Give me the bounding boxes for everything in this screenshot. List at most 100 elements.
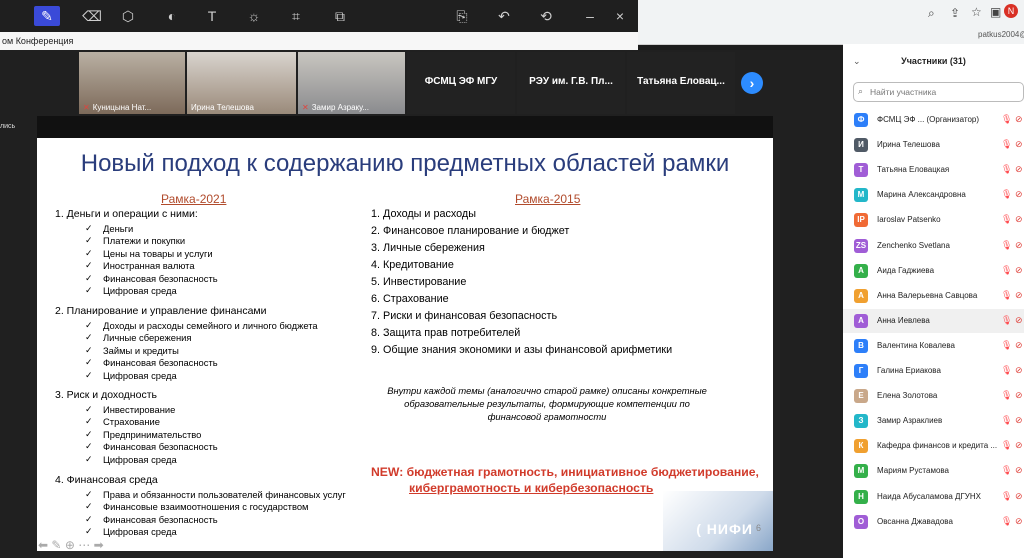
mic-muted-icon: 🎙 — [1001, 339, 1013, 350]
participant-row[interactable]: А Анна Валерьевна Савцова 🎙 ⊘ — [843, 284, 1024, 308]
panel-title: Участники (31) — [901, 56, 966, 66]
close-icon[interactable]: × — [610, 6, 630, 26]
zoom-icon[interactable]: ⊕ — [65, 538, 75, 552]
section-item: Цифровая среда — [85, 285, 177, 296]
slide-title: Новый подход к содержанию предметных обл… — [80, 150, 730, 177]
prev-arrow-icon[interactable]: ⬅ — [38, 538, 48, 552]
zoom-icon[interactable]: ⌕ — [928, 6, 935, 21]
video-off-icon: ⊘ — [1015, 490, 1023, 501]
avatar: А — [854, 313, 868, 328]
section-title: 4. Финансовая среда — [55, 474, 158, 486]
video-off-icon: ⊘ — [1015, 390, 1023, 401]
mic-muted-icon: 🎙 — [1001, 114, 1013, 124]
participant-row[interactable]: М Марина Александровна 🎙 ⊘ — [843, 183, 1024, 207]
participant-row[interactable]: А Аида Гаджиева 🎙 ⊘ — [843, 259, 1024, 283]
video-off-icon: ⊘ — [1015, 164, 1023, 175]
participant-row[interactable]: З Замир Азраклиев 🎙 ⊘ — [843, 409, 1024, 433]
left-column-heading: Рамка-2021 — [161, 192, 227, 206]
avatar: IP — [854, 213, 868, 228]
participant-row[interactable]: ZS Zenchenko Svetlana 🎙 ⊘ — [843, 234, 1024, 258]
participant-row[interactable]: Т Татьяна Еловацкая 🎙 ⊘ — [843, 158, 1024, 182]
section-item: Цены на товары и услуги — [85, 248, 213, 259]
participant-name: Мариям Рустамова — [877, 466, 950, 476]
account-email: patkus2004@mail.ru — [978, 30, 1024, 39]
mic-muted-icon: 🎙 — [1001, 465, 1013, 476]
participant-row[interactable]: О Овсанна Джавадова 🎙 ⊘ — [843, 510, 1024, 534]
search-input[interactable]: ⌕ Найти участника — [853, 82, 1024, 102]
slide-number: 6 — [755, 523, 761, 533]
mic-muted-icon: 🎙 — [1001, 289, 1013, 300]
window-title: ом Конференция — [2, 36, 74, 46]
slide-note: Внутри каждой темы (аналогично старой ра… — [387, 385, 707, 422]
video-tile[interactable]: ✕ Замир Азраку... — [298, 52, 405, 114]
participant-row[interactable]: А Анна Иевлева 🎙 ⊘ — [843, 308, 1024, 333]
video-tile[interactable]: ✕ Куницына Нат... — [79, 52, 185, 114]
avatar: ZS — [854, 238, 868, 253]
eraser-icon[interactable]: ⌫ — [82, 6, 102, 26]
section-title: 3. Риск и доходность — [55, 389, 157, 401]
avatar[interactable]: N — [1004, 4, 1018, 18]
avatar: В — [854, 338, 868, 353]
video-tile[interactable]: Ирина Телешова — [187, 52, 296, 114]
video-off-icon: ⊘ — [1015, 289, 1023, 300]
right-list-item: 1. Доходы и расходы — [371, 208, 476, 220]
mic-muted-icon: 🎙 — [1001, 365, 1013, 375]
avatar: З — [854, 414, 868, 429]
participant-row[interactable]: Ф ФСМЦ ЭФ ... (Организатор) 🎙 ⊘ — [843, 108, 1024, 132]
browser-toolbar: ⌕ ⇪ ☆ ▣ N patkus2004@mail.ru — [638, 0, 1024, 45]
pen-icon[interactable]: ✎ — [34, 6, 60, 26]
video-off-icon: ⊘ — [1015, 189, 1023, 200]
highlighter-icon[interactable]: ◐ — [162, 6, 182, 26]
next-page-icon[interactable]: › — [741, 72, 763, 94]
extensions-icon[interactable]: ▣ — [990, 5, 1001, 19]
participant-row[interactable]: К Кафедра финансов и кредита ... 🎙 ⊘ — [843, 434, 1024, 458]
video-tile[interactable]: РЭУ им. Г.В. Пл... — [517, 52, 625, 114]
section-item: Личные сбережения — [85, 332, 192, 343]
mic-muted-icon: 🎙 — [1001, 264, 1013, 275]
tile-label: РЭУ им. Г.В. Пл... — [529, 76, 613, 87]
share-icon[interactable]: ⇪ — [950, 6, 960, 20]
participant-row[interactable]: М Мариям Рустамова 🎙 ⊘ — [843, 459, 1024, 483]
tile-label: Татьяна Еловац... — [637, 76, 725, 87]
avatar: М — [854, 464, 868, 479]
video-off-icon: ⊘ — [1015, 314, 1023, 325]
avatar: И — [854, 138, 868, 153]
logo: ( НИФИ — [696, 521, 753, 537]
undo-icon[interactable]: ↶ — [494, 6, 514, 26]
clipboard-icon[interactable]: ⎘ — [452, 6, 472, 26]
participant-row[interactable]: В Валентина Ковалева 🎙 ⊘ — [843, 334, 1024, 358]
section-item: Финансовая безопасность — [85, 357, 218, 368]
pen-icon[interactable]: ✎ — [51, 538, 61, 552]
video-off-icon: ⊘ — [1015, 214, 1023, 225]
participant-row[interactable]: И Ирина Телешова 🎙 ⊘ — [843, 133, 1024, 157]
mic-muted-icon: ✕ — [302, 103, 309, 112]
participant-row[interactable]: Н Наида Абусаламова ДГУНХ 🎙 ⊘ — [843, 485, 1024, 509]
crop-icon[interactable]: ⌗ — [286, 6, 306, 26]
video-name: Куницына Нат... — [92, 103, 152, 112]
window-titlebar: ом Конференция — [0, 32, 638, 51]
participant-name: Овсанна Джавадова — [877, 516, 953, 526]
brightness-icon[interactable]: ☼ — [244, 6, 264, 26]
minimize-icon[interactable]: – — [580, 6, 600, 26]
mic-muted-icon: ✕ — [83, 103, 90, 112]
shapes-icon[interactable]: ⧉ — [330, 6, 350, 26]
shared-slide: Новый подход к содержанию предметных обл… — [37, 138, 773, 551]
star-icon[interactable]: ☆ — [971, 5, 982, 19]
participant-name: Валентина Ковалева — [877, 340, 955, 350]
mic-muted-icon: 🎙 — [1001, 239, 1013, 250]
text-icon[interactable]: T — [202, 6, 222, 26]
participant-row[interactable]: IP Iaroslav Patsenko 🎙 ⊘ — [843, 208, 1024, 232]
right-list-item: 7. Риски и финансовая безопасность — [371, 310, 558, 322]
participant-row[interactable]: Г Галина Ериакова 🎙 ⊘ — [843, 359, 1024, 383]
cube-icon[interactable]: ⬡ — [118, 6, 138, 26]
more-icon[interactable]: ⋯ — [78, 538, 90, 552]
participant-row[interactable]: Е Елена Золотова 🎙 ⊘ — [843, 384, 1024, 408]
video-tile[interactable]: ФСМЦ ЭФ МГУ — [407, 52, 515, 114]
history-icon[interactable]: ⟲ — [536, 6, 556, 26]
next-arrow-icon[interactable]: ➡ — [94, 538, 104, 552]
participant-name: Марина Александровна — [877, 190, 966, 200]
right-list-item: 9. Общие знания экономики и азы финансов… — [371, 344, 673, 356]
avatar: М — [854, 188, 868, 203]
participant-name: Наида Абусаламова ДГУНХ — [877, 491, 981, 501]
video-tile[interactable]: Татьяна Еловац... — [627, 52, 735, 114]
